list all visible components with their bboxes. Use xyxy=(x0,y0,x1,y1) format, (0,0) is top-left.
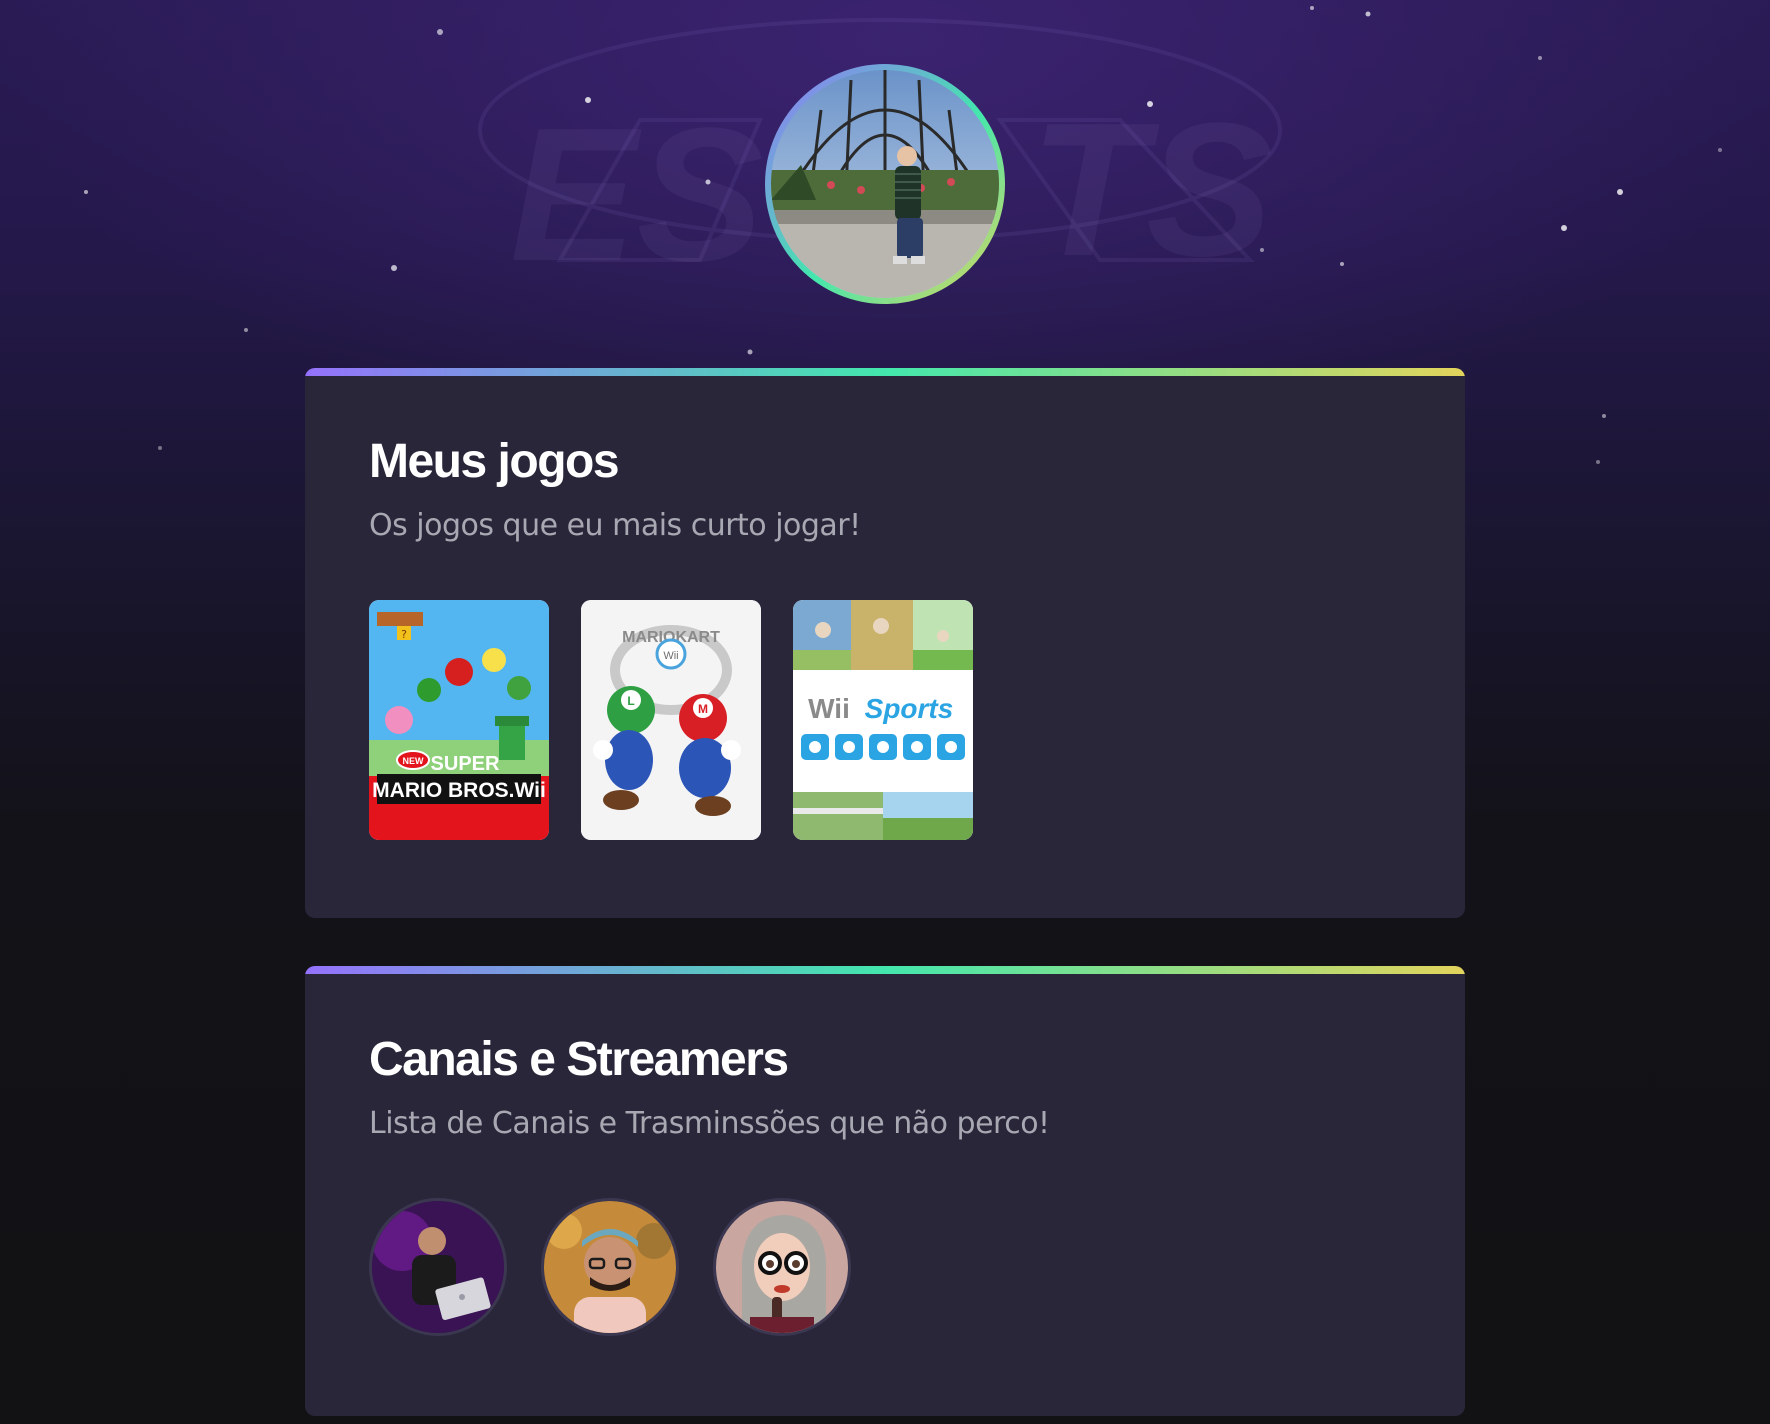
svg-text:Sports: Sports xyxy=(865,693,954,724)
channels-section-subtitle: Lista de Canais e Trasminssões que não p… xyxy=(369,1106,1050,1141)
games-section-subtitle: Os jogos que eu mais curto jogar! xyxy=(369,508,861,543)
channels-section-title: Canais e Streamers xyxy=(369,1033,789,1086)
svg-text:ES: ES xyxy=(510,89,763,301)
profile-photo xyxy=(771,70,999,298)
channel-avatar-streamer-2[interactable] xyxy=(541,1198,679,1336)
svg-text:L: L xyxy=(627,694,634,708)
game-cover-mario-kart-wii[interactable]: MARIOKART Wii L M xyxy=(581,600,761,840)
svg-text:Wii: Wii xyxy=(808,693,850,724)
svg-text:Wii: Wii xyxy=(663,650,678,662)
channel-avatar-streamer-3[interactable] xyxy=(713,1198,851,1336)
profile-avatar xyxy=(765,64,1005,304)
channel-avatar-streamer-1[interactable] xyxy=(369,1198,507,1336)
svg-text:M: M xyxy=(698,702,708,716)
games-list: ? NEW SUPER MARIO BROS.Wii MARIOKART Wii… xyxy=(369,600,973,840)
game-cover-wii-sports[interactable]: Wii Sports xyxy=(793,600,973,840)
games-section-title: Meus jogos xyxy=(369,435,620,488)
svg-text:SUPER: SUPER xyxy=(431,753,500,775)
svg-text:NEW: NEW xyxy=(403,756,425,766)
games-section: Meus jogos Os jogos que eu mais curto jo… xyxy=(305,368,1465,918)
svg-text:MARIO BROS.Wii: MARIO BROS.Wii xyxy=(372,779,546,802)
svg-text:TS: TS xyxy=(1030,84,1273,296)
channels-list xyxy=(369,1198,851,1336)
svg-text:?: ? xyxy=(401,628,407,641)
game-cover-super-mario-bros-wii[interactable]: ? NEW SUPER MARIO BROS.Wii xyxy=(369,600,549,840)
channels-section: Canais e Streamers Lista de Canais e Tra… xyxy=(305,966,1465,1416)
